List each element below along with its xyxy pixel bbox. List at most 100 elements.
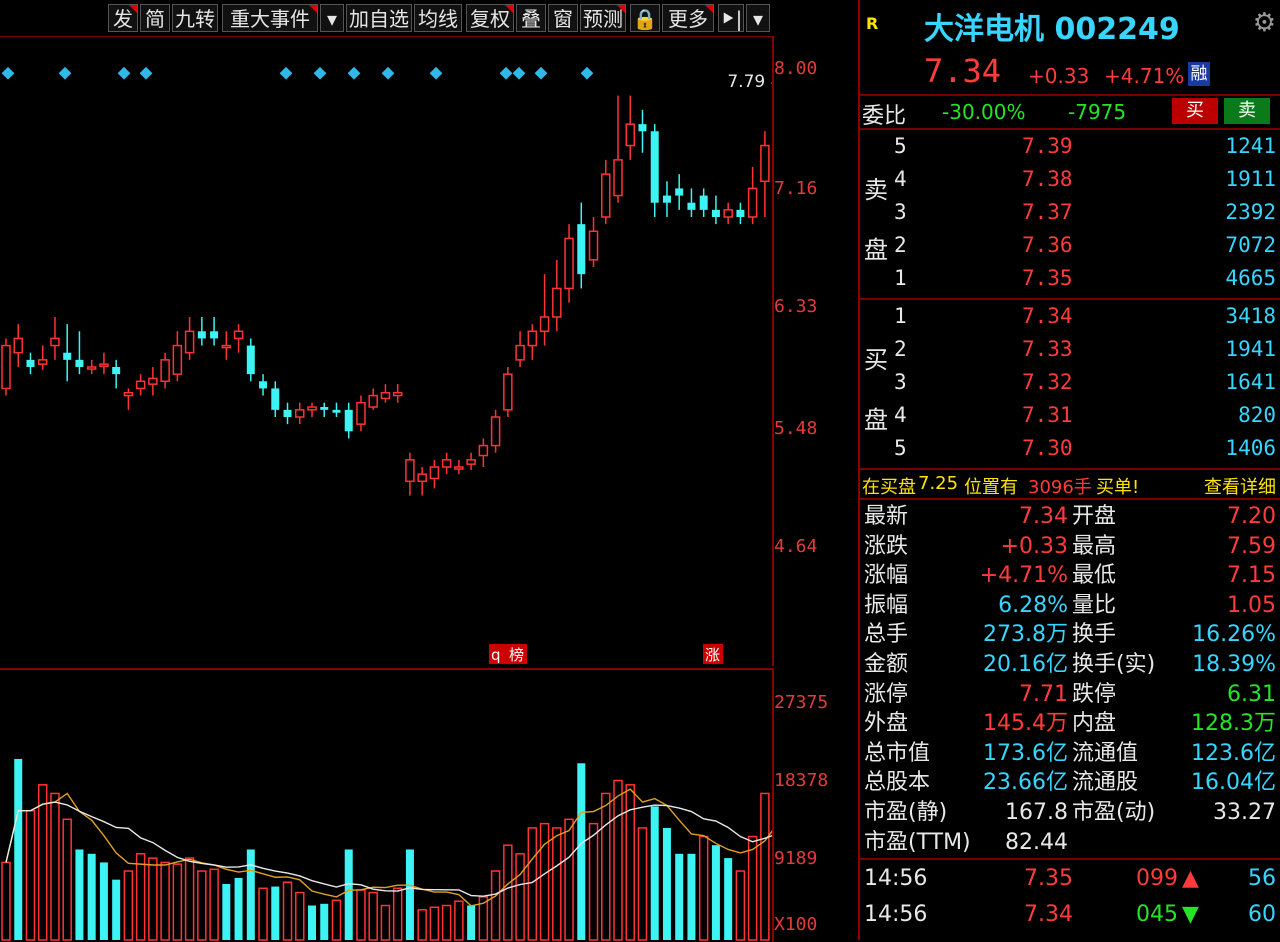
- ask-level-row[interactable]: 2 7.36 7072: [860, 229, 1280, 262]
- candle: [320, 402, 329, 417]
- ask-book: 卖 盘 5 7.39 1241 4 7.38 1911 3 7.37 2392 2 7.36 7072…: [860, 130, 1280, 298]
- toolbar-adjust-button[interactable]: 复权: [466, 4, 514, 32]
- candle: [271, 381, 280, 417]
- volume-bar: [320, 903, 329, 940]
- level-volume: 1911: [1225, 167, 1276, 191]
- bid-level-row[interactable]: 1 7.34 3418: [860, 300, 1280, 333]
- bid-level-row[interactable]: 3 7.32 1641: [860, 366, 1280, 399]
- volume-bar: [760, 792, 770, 941]
- stat-label: 开盘: [1072, 504, 1117, 529]
- volume-bar: [331, 899, 342, 941]
- ask-level-row[interactable]: 5 7.39 1241: [860, 130, 1280, 163]
- event-marker-icon[interactable]: [58, 66, 72, 80]
- candlestick-chart[interactable]: 7.79 q 榜 涨: [0, 36, 774, 666]
- toolbar-overlay-button[interactable]: 叠: [516, 4, 546, 32]
- alert-qty: 3096手: [1028, 477, 1092, 498]
- volume-bar: [747, 835, 758, 941]
- candle: [392, 384, 403, 403]
- event-marker-icon[interactable]: [429, 66, 443, 80]
- level-price: 7.36: [1022, 233, 1073, 257]
- volume-bar: [637, 827, 648, 941]
- big-order-alert[interactable]: 在买盘 7.25 位置有 3096手 买单! 查看详细: [860, 470, 1280, 498]
- event-marker-icon[interactable]: [139, 66, 153, 80]
- volume-bar: [356, 889, 366, 941]
- stat-label: 流通值: [1072, 740, 1139, 766]
- tick-time: 14:56: [864, 866, 928, 891]
- toolbar-more-dropdown[interactable]: ▾: [746, 4, 770, 32]
- chart-tag[interactable]: 榜: [507, 644, 527, 664]
- event-marker-icon[interactable]: [117, 66, 131, 80]
- event-marker-icon[interactable]: [1, 66, 15, 80]
- stock-name: 大洋电机 002249: [924, 12, 1180, 47]
- volume-bar: [25, 809, 36, 941]
- stats-row: 市盈(静) 167.8 市盈(动) 33.27: [860, 798, 1280, 827]
- volume-bar: [625, 784, 635, 941]
- view-detail-link[interactable]: 查看详细: [1204, 473, 1276, 499]
- stats-row: 市盈(TTM) 82.44: [860, 828, 1280, 857]
- event-marker-icon[interactable]: [381, 66, 395, 80]
- level-volume: 1641: [1225, 370, 1276, 394]
- level-number: 1: [894, 266, 907, 290]
- toolbar-add-watchlist-button[interactable]: 加自选: [346, 4, 412, 32]
- candle: [233, 324, 244, 353]
- weibi-diff: -7975: [1068, 100, 1127, 124]
- event-marker-icon[interactable]: [512, 66, 526, 80]
- volume-bar: [308, 905, 316, 940]
- toolbar-fa-button[interactable]: 发: [108, 4, 138, 32]
- volume-bar: [588, 822, 599, 941]
- toolbar-events-dropdown[interactable]: ▾: [320, 4, 344, 32]
- stat-label: 金额: [864, 652, 909, 677]
- event-marker-icon[interactable]: [279, 66, 293, 80]
- candle: [332, 402, 341, 417]
- buy-button[interactable]: 买: [1172, 98, 1218, 124]
- sell-button[interactable]: 卖: [1224, 98, 1270, 124]
- event-marker-icon[interactable]: [534, 66, 548, 80]
- bid-level-row[interactable]: 4 7.31 820: [860, 399, 1280, 432]
- toolbar-window-button[interactable]: 窗: [548, 4, 578, 32]
- chart-tag[interactable]: q: [489, 644, 509, 664]
- volume-bar: [711, 845, 720, 940]
- volume-bar: [577, 763, 586, 940]
- ask-level-row[interactable]: 3 7.37 2392: [860, 196, 1280, 229]
- candle: [711, 195, 720, 225]
- chart-tag[interactable]: 涨: [703, 644, 723, 664]
- candle: [172, 331, 183, 382]
- candle: [687, 188, 696, 217]
- toolbar-jian-button[interactable]: 简: [140, 4, 170, 32]
- stat-label: 市盈(TTM): [864, 829, 971, 855]
- level-number: 2: [894, 337, 907, 361]
- toolbar-jiuzhuan-button[interactable]: 九转: [172, 4, 218, 32]
- event-marker-icon[interactable]: [499, 66, 513, 80]
- volume-chart[interactable]: [0, 668, 774, 942]
- play-to-end-icon[interactable]: ⯈|: [718, 4, 744, 32]
- candle: [747, 167, 758, 225]
- stat-label: 流通股: [1072, 770, 1139, 796]
- stat-value: 7.71: [1019, 681, 1068, 707]
- candle: [210, 317, 219, 346]
- gear-icon[interactable]: ⚙: [1253, 8, 1276, 38]
- volume-bar: [564, 818, 574, 941]
- bid-level-row[interactable]: 2 7.33 1941: [860, 333, 1280, 366]
- toolbar-ma-button[interactable]: 均线: [414, 4, 462, 32]
- stat-value: 7.15: [1227, 563, 1276, 589]
- event-marker-icon[interactable]: [580, 66, 594, 80]
- toolbar-forecast-button[interactable]: 预测: [580, 4, 626, 32]
- toolbar-more-button[interactable]: 更多: [662, 4, 714, 32]
- ask-level-row[interactable]: 1 7.35 4665: [860, 262, 1280, 295]
- toolbar-major-events-button[interactable]: 重大事件: [222, 4, 318, 32]
- candle: [723, 202, 733, 225]
- volume-bar: [650, 806, 659, 940]
- event-marker-icon[interactable]: [347, 66, 361, 80]
- stat-value: 6.28%: [998, 592, 1068, 618]
- candle: [368, 388, 378, 410]
- candle: [184, 317, 195, 360]
- ask-level-row[interactable]: 4 7.38 1911: [860, 163, 1280, 196]
- stat-value: 128.3万: [1191, 711, 1276, 737]
- volume-bar: [234, 877, 243, 940]
- bid-level-row[interactable]: 5 7.30 1406: [860, 432, 1280, 465]
- stat-value: 82.44: [1005, 829, 1068, 855]
- candle: [1, 338, 11, 396]
- margin-badge: 融: [1188, 62, 1210, 86]
- event-marker-icon[interactable]: [313, 66, 327, 80]
- lock-icon[interactable]: 🔒: [630, 4, 660, 32]
